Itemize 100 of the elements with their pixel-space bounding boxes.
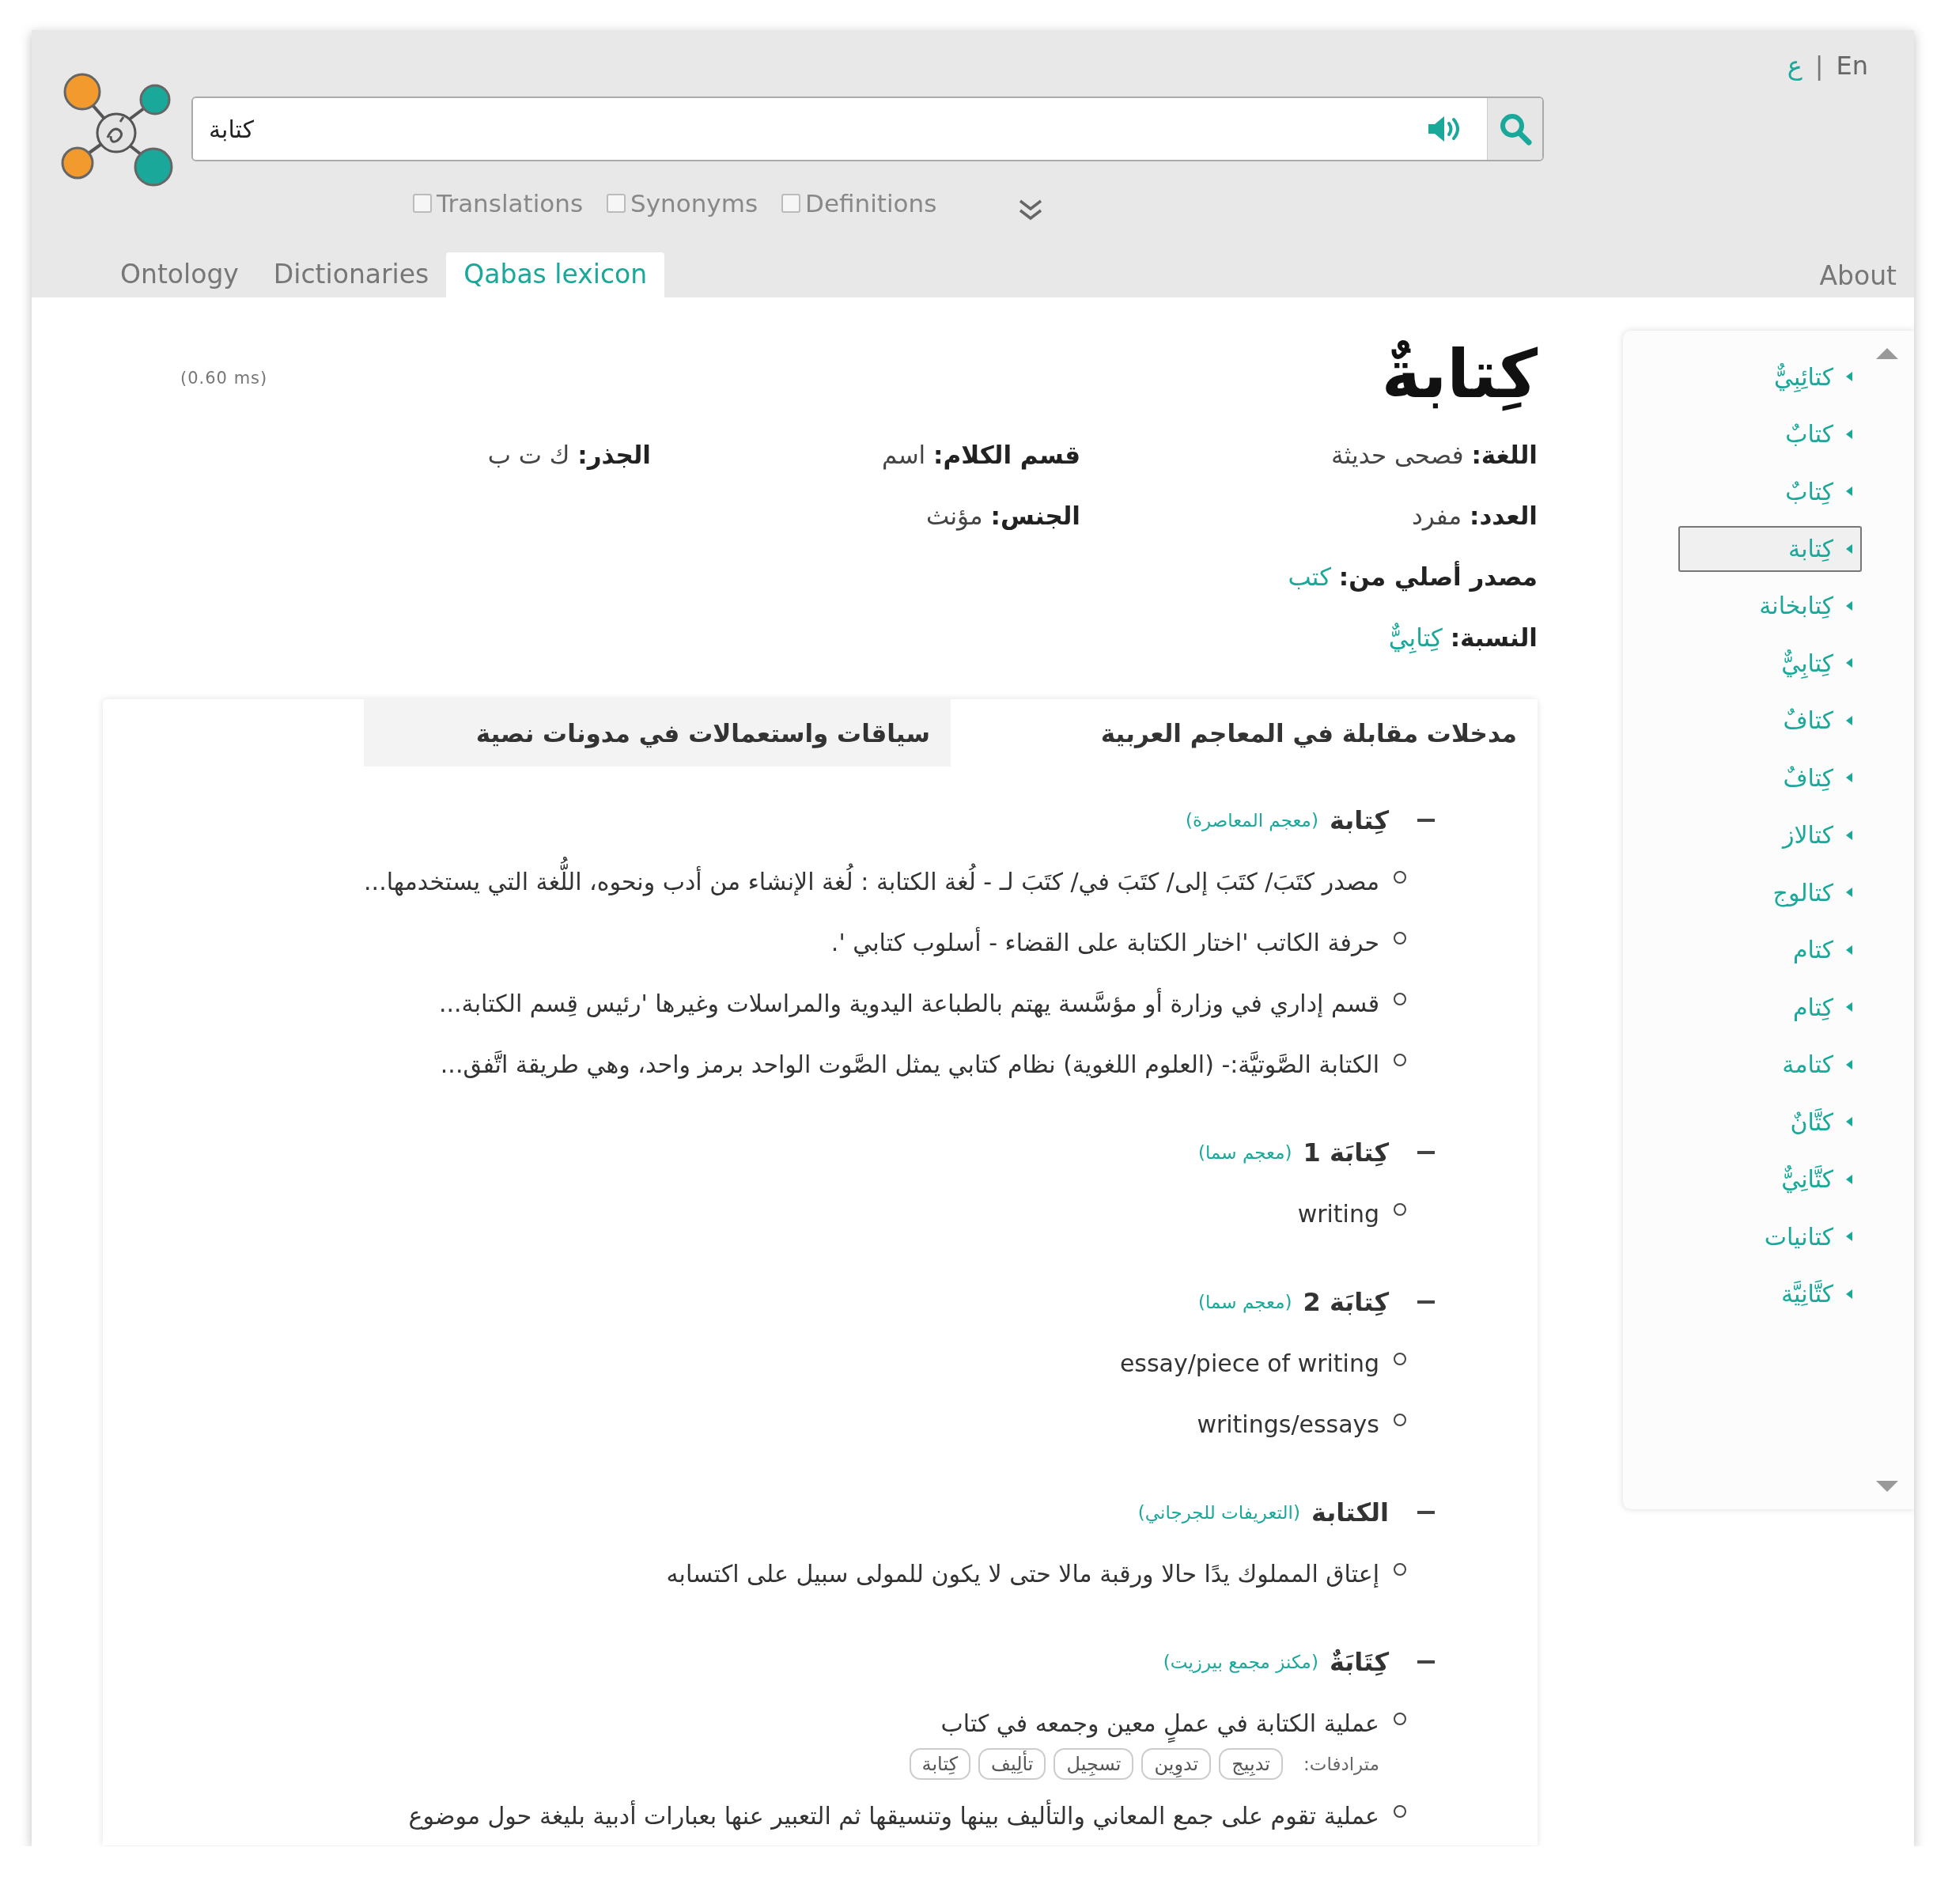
collapse-icon[interactable] [1417, 1300, 1435, 1304]
sense-text: writings/essays [1197, 1410, 1379, 1440]
word-list-item[interactable]: كِتافٌ [1678, 749, 1862, 807]
caret-icon [1846, 1002, 1852, 1013]
word-list-item[interactable]: كتابٌ [1678, 405, 1862, 463]
source-link[interactable]: (معجم سما) [1198, 1292, 1292, 1312]
word-list-item[interactable]: كتائِبِيٌّ [1678, 348, 1862, 406]
entry-term: كِتابَة 1 [1303, 1137, 1389, 1168]
separator-text: | [1814, 51, 1824, 81]
property-value: اسم [882, 440, 926, 469]
word-list-item[interactable]: كتالوج [1678, 864, 1862, 922]
collapse-icon[interactable] [1417, 1151, 1435, 1154]
word-list-item[interactable]: كتافٌ [1678, 691, 1862, 749]
sense-text: قسم إداري في وزارة أو مؤسَّسة يهتم بالطباعة اليدوية والمراسلات وغيرها 'رئيس قِسم الكتابة... [438, 987, 1379, 1020]
headword-title: كِتابةٌ [1381, 335, 1538, 414]
sense-text: الكتابة الصَّوتيَّة:- (العلوم اللغوية) نظام كتابي يمثل الصَّوت الواحد برمز واحد، وهي طريقة اتَّفق... [440, 1050, 1379, 1081]
synonym-tag[interactable]: تألِيف [978, 1748, 1046, 1780]
caret-icon [1846, 1232, 1852, 1242]
synonym-tag[interactable]: تسجِيل [1054, 1748, 1134, 1780]
nav-tab[interactable]: Ontology [103, 252, 256, 297]
property-link[interactable]: كتب [1288, 562, 1331, 591]
checkbox-label[interactable]: Synonyms [630, 189, 758, 218]
nav-tab[interactable]: Qabas lexicon [446, 252, 665, 297]
word-list-item[interactable]: كِتابٌ [1678, 463, 1862, 520]
bullet-icon [1394, 1563, 1406, 1576]
bullet-icon [1394, 1054, 1406, 1066]
sense-text: إعتاق المملوك يدًا حالا ورقبة مالا حتى لا يكون للمولى سبيل على اكتسابه [666, 1559, 1379, 1590]
property-value: ك ت ب [487, 440, 570, 469]
word-list-item[interactable]: كتَّانٌ [1678, 1093, 1862, 1151]
caret-icon [1846, 830, 1852, 840]
property-value: مؤنث [925, 501, 983, 530]
about-link[interactable]: About [1819, 260, 1897, 291]
timing-text: (0.60 ms) [180, 369, 268, 388]
property-link[interactable]: كِتابِيٌّ [1388, 623, 1443, 652]
sense-text: مصدر كتَبَ/ كتَبَ إلى/ كتَبَ في/ كتَبَ لـ - لُغة الكتابة : لُغة الإنشاء من أدب ونحوه، اللُّغة التي يستخدمها... [364, 852, 1379, 911]
word-list-item[interactable]: كِتابخانة [1678, 577, 1862, 634]
word-list-item[interactable]: كتانيات [1678, 1208, 1862, 1266]
caret-icon [1846, 1289, 1852, 1299]
caret-icon [1846, 486, 1852, 497]
bullet-icon [1394, 1805, 1406, 1818]
word-list-item[interactable]: كتالاز [1678, 806, 1862, 864]
sense-text: writing [1297, 1199, 1379, 1229]
scroll-down-icon[interactable] [1876, 1481, 1898, 1492]
collapse-icon[interactable] [1417, 819, 1435, 822]
scroll-up-icon[interactable] [1876, 348, 1898, 359]
sense-text: عملية تقوم على جمع المعاني والتأليف بينها وتنسيقها ثم التعبير عنها بعبارات أدبية بليغة حول موضوع [408, 1786, 1379, 1845]
property-label: قسم الكلام: [933, 440, 1080, 469]
checkbox[interactable] [413, 194, 432, 213]
source-link[interactable]: (معجم المعاصرة) [1186, 810, 1318, 831]
entry-term: كِتَابَةٌ [1329, 1647, 1389, 1677]
checkbox[interactable] [781, 194, 801, 213]
caret-icon [1846, 715, 1852, 725]
checkbox-label[interactable]: Definitions [805, 189, 937, 218]
checkbox-label[interactable]: Translations [437, 189, 584, 218]
caret-icon [1846, 372, 1852, 382]
property-label: الجذر: [577, 440, 651, 469]
caret-icon [1846, 600, 1852, 611]
word-list-item[interactable]: كِتابة [1678, 525, 1862, 572]
bullet-icon [1394, 1203, 1406, 1216]
word-list-item[interactable]: كتام [1678, 921, 1862, 978]
nav-tab[interactable]: Dictionaries [255, 252, 447, 297]
bullet-icon [1394, 1713, 1406, 1725]
language-link[interactable]: ع [1787, 51, 1802, 81]
synonym-tag[interactable]: تدوِين [1141, 1748, 1212, 1780]
sense-text: حرفة الكاتب 'اختار الكتابة على القضاء - أسلوب كتابي '. [830, 913, 1379, 972]
word-list-item[interactable]: كتَّانِيَّة [1678, 1265, 1862, 1323]
entry-term: كِتابة [1329, 805, 1389, 835]
collapse-icon[interactable] [1417, 1511, 1435, 1514]
source-link[interactable]: (التعريفات للجرجاني) [1137, 1502, 1300, 1523]
word-list-item[interactable]: كتَّانِيٌّ [1678, 1150, 1862, 1208]
property-label: الجنس: [990, 501, 1080, 530]
language-link[interactable]: En [1836, 51, 1868, 81]
bullet-icon [1394, 1353, 1406, 1365]
caret-icon [1846, 658, 1852, 668]
property-label: النسبة: [1450, 623, 1538, 652]
property-value: مفرد [1411, 501, 1462, 530]
source-link[interactable]: (مكنز مجمع بيرزيت) [1163, 1652, 1318, 1672]
checkbox[interactable] [607, 194, 626, 213]
bullet-icon [1394, 932, 1406, 944]
synonym-tag[interactable]: كِتابة [909, 1748, 971, 1780]
caret-icon [1846, 888, 1852, 898]
word-list-item[interactable]: كتامة [1678, 1035, 1862, 1093]
synonym-tag[interactable]: تدبِيج [1219, 1748, 1283, 1780]
word-list-item[interactable]: كِتابِيٌّ [1678, 634, 1862, 692]
content-tab[interactable]: سياقات واستعمالات في مدونات نصية [364, 699, 951, 767]
property-label: مصدر أصلي من: [1338, 562, 1538, 591]
property-value: فصحى حديثة [1331, 440, 1464, 469]
caret-icon [1846, 773, 1852, 783]
bullet-icon [1394, 993, 1406, 1005]
content-tab[interactable]: مدخلات مقابلة في المعاجم العربية [951, 699, 1538, 767]
source-link[interactable]: (معجم سما) [1198, 1142, 1292, 1163]
caret-icon [1846, 1174, 1852, 1184]
sense-text: essay/piece of writing [1119, 1349, 1379, 1379]
property-label: العدد: [1470, 501, 1538, 530]
caret-icon [1846, 1117, 1852, 1127]
search-button[interactable] [1487, 98, 1542, 160]
word-list-item[interactable]: كِتام [1678, 978, 1862, 1036]
collapse-icon[interactable] [1417, 1660, 1435, 1664]
caret-icon [1846, 543, 1852, 554]
caret-icon [1846, 944, 1852, 955]
